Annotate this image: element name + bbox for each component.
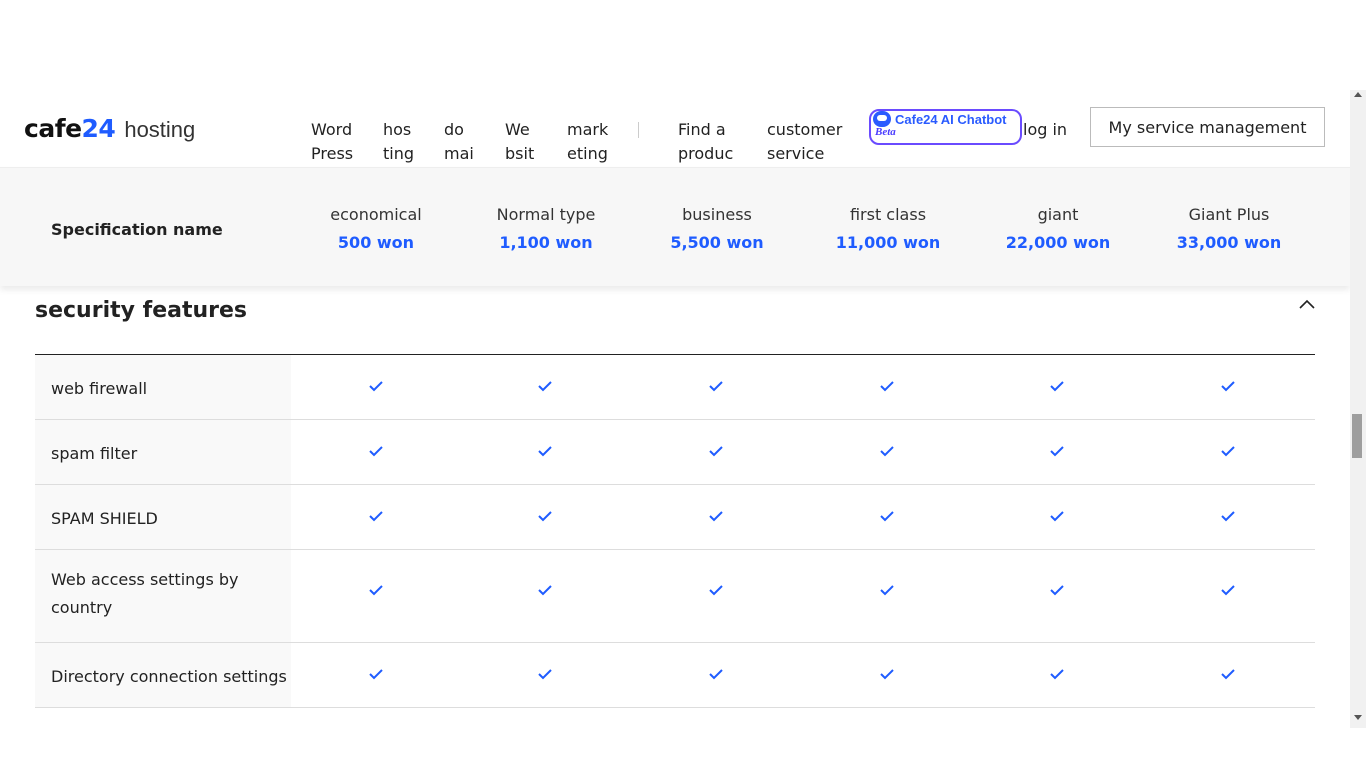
row-label: web firewall bbox=[51, 379, 148, 398]
plan-name: business bbox=[682, 205, 752, 224]
table-row: SPAM SHIELD bbox=[35, 485, 1315, 550]
nav-hosting[interactable]: hosting bbox=[383, 118, 415, 166]
check-icon bbox=[879, 509, 895, 523]
section-title: security features bbox=[35, 298, 248, 323]
plan-price: 33,000 won bbox=[1176, 233, 1282, 252]
check-icon bbox=[1220, 509, 1236, 523]
check-icon bbox=[537, 583, 553, 597]
table-row: Web access settings by country bbox=[35, 550, 1315, 643]
check-icon bbox=[1220, 444, 1236, 458]
plan-first-class: first class 11,000 won bbox=[803, 205, 973, 253]
plan-name: first class bbox=[849, 205, 927, 224]
check-icon bbox=[368, 509, 384, 523]
plan-economical: economical 500 won bbox=[291, 205, 461, 253]
scroll-thumb[interactable] bbox=[1352, 414, 1362, 458]
my-service-management-button[interactable]: My service management bbox=[1090, 107, 1325, 147]
check-icon bbox=[879, 667, 895, 681]
logo[interactable]: cafe24 hosting bbox=[24, 114, 195, 143]
plan-price: 11,000 won bbox=[835, 233, 941, 252]
check-icon bbox=[1220, 379, 1236, 393]
login-link[interactable]: log in bbox=[1023, 118, 1067, 142]
check-icon bbox=[1049, 667, 1065, 681]
chatbot-button[interactable]: Cafe24 AI Chatbot Beta bbox=[869, 109, 1022, 145]
nav-wordpress[interactable]: Word Press bbox=[311, 118, 357, 166]
check-icon bbox=[537, 444, 553, 458]
plan-normal: Normal type 1,100 won bbox=[461, 205, 631, 253]
check-icon bbox=[1049, 444, 1065, 458]
scroll-up-arrow-icon[interactable] bbox=[1354, 92, 1362, 97]
spec-header: Specification name economical 500 won No… bbox=[0, 167, 1350, 286]
check-icon bbox=[368, 444, 384, 458]
scrollbar[interactable] bbox=[1350, 90, 1366, 728]
row-label-cell: Web access settings by country bbox=[35, 550, 291, 642]
site-header: cafe24 hosting Word Press hosting domain… bbox=[0, 90, 1350, 187]
nav-marketing[interactable]: marketing bbox=[567, 118, 609, 166]
row-label: Web access settings by country bbox=[51, 570, 239, 617]
plan-name: giant bbox=[1037, 205, 1079, 224]
table-row: web firewall bbox=[35, 355, 1315, 420]
nav-divider bbox=[638, 122, 639, 138]
row-label: Directory connection settings bbox=[51, 667, 287, 686]
logo-subtitle: hosting bbox=[124, 117, 196, 142]
row-label-cell: SPAM SHIELD bbox=[35, 485, 291, 549]
logo-mark: cafe24 bbox=[24, 114, 116, 143]
check-icon bbox=[708, 509, 724, 523]
plan-name: Giant Plus bbox=[1188, 205, 1270, 224]
check-icon bbox=[368, 379, 384, 393]
plan-name: Normal type bbox=[496, 205, 596, 224]
check-icon bbox=[537, 667, 553, 681]
check-icon bbox=[1220, 583, 1236, 597]
row-label-cell: spam filter bbox=[35, 420, 291, 484]
scroll-down-arrow-icon[interactable] bbox=[1354, 715, 1362, 720]
check-icon bbox=[1220, 667, 1236, 681]
check-icon bbox=[368, 583, 384, 597]
row-label: SPAM SHIELD bbox=[51, 509, 158, 528]
chevron-up-icon[interactable] bbox=[1298, 296, 1316, 310]
plan-price: 22,000 won bbox=[1005, 233, 1111, 252]
plan-price: 500 won bbox=[337, 233, 415, 252]
row-label-cell: Directory connection settings bbox=[35, 643, 291, 707]
plan-giant: giant 22,000 won bbox=[973, 205, 1143, 253]
check-icon bbox=[708, 444, 724, 458]
plan-price: 1,100 won bbox=[499, 233, 593, 252]
chatbot-icon bbox=[873, 111, 891, 127]
table-row: Directory connection settings bbox=[35, 643, 1315, 708]
feature-table: web firewall spam filter SPAM SHIELD Web ac… bbox=[35, 355, 1315, 708]
check-icon bbox=[708, 583, 724, 597]
plan-price: 5,500 won bbox=[670, 233, 764, 252]
table-row: spam filter bbox=[35, 420, 1315, 485]
check-icon bbox=[537, 509, 553, 523]
check-icon bbox=[708, 667, 724, 681]
row-label: spam filter bbox=[51, 444, 138, 463]
spec-label: Specification name bbox=[51, 220, 223, 239]
check-icon bbox=[368, 667, 384, 681]
check-icon bbox=[879, 583, 895, 597]
check-icon bbox=[537, 379, 553, 393]
plan-name: economical bbox=[330, 205, 422, 224]
check-icon bbox=[1049, 379, 1065, 393]
check-icon bbox=[879, 444, 895, 458]
check-icon bbox=[879, 379, 895, 393]
chatbot-beta-badge: Beta bbox=[875, 126, 896, 138]
plan-business: business 5,500 won bbox=[632, 205, 802, 253]
plan-giant-plus: Giant Plus 33,000 won bbox=[1144, 205, 1314, 253]
check-icon bbox=[1049, 583, 1065, 597]
check-icon bbox=[1049, 509, 1065, 523]
check-icon bbox=[708, 379, 724, 393]
row-label-cell: web firewall bbox=[35, 355, 291, 419]
chatbot-title: Cafe24 AI Chatbot bbox=[873, 111, 1006, 127]
